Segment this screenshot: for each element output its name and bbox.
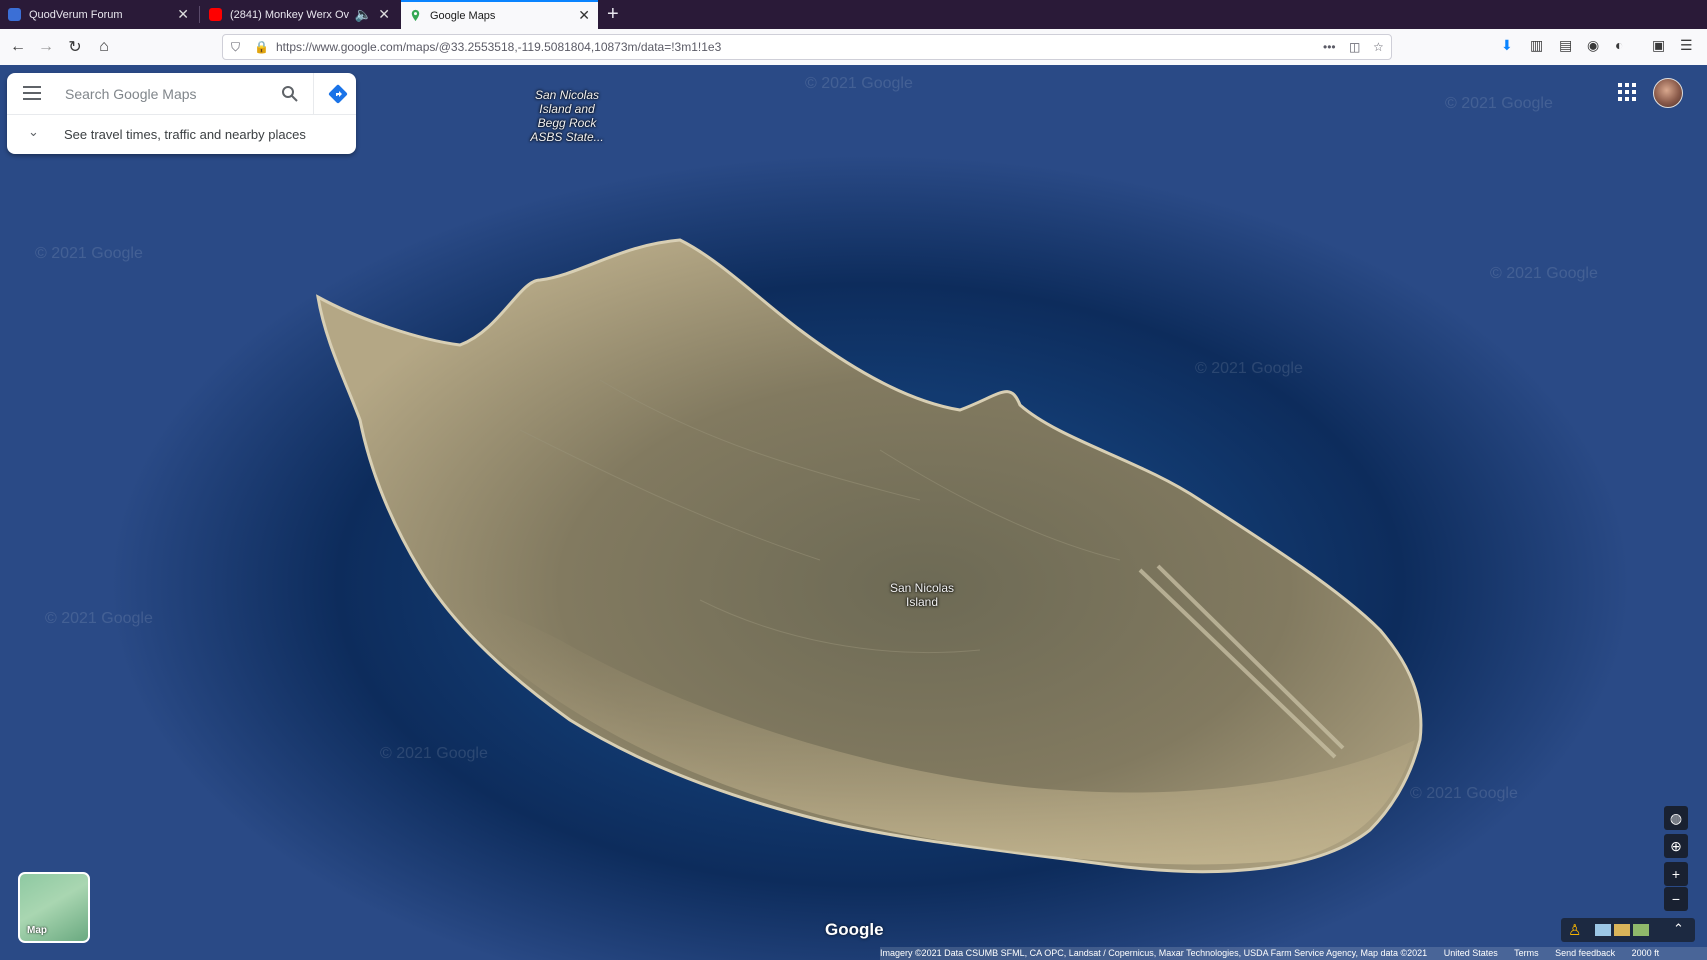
country-link[interactable]: United States	[1444, 948, 1498, 958]
close-tab-icon[interactable]: ✕	[578, 7, 590, 24]
search-icon[interactable]	[281, 85, 299, 103]
google-logo: Google	[825, 920, 884, 939]
watermark: © 2021 Google	[45, 610, 153, 627]
pegman-icon[interactable]: ♙	[1568, 921, 1581, 939]
globe-icon[interactable]: ◍	[1664, 806, 1688, 830]
url-text[interactable]: https://www.google.com/maps/@33.2553518,…	[276, 40, 721, 54]
sanctuary-place-label[interactable]: San Nicolas Island and Begg Rock ASBS St…	[516, 88, 618, 144]
tab-title: (2841) Monkey Werx Overw	[230, 8, 349, 21]
zoom-out-button[interactable]: −	[1664, 887, 1688, 911]
forum-favicon-icon	[8, 8, 21, 21]
tab-separator	[199, 6, 200, 23]
watermark: © 2021 Google	[805, 75, 913, 92]
label-line: Island	[905, 595, 939, 609]
street-view-strip: ♙ ⌃	[1561, 918, 1695, 942]
tab-quodverum[interactable]: QuodVerum Forum ✕	[0, 0, 197, 29]
imagery-thumbnail[interactable]	[1633, 924, 1649, 936]
browser-toolbar: ← → ↻ ⌂ ⛉ 🔒 https://www.google.com/maps/…	[0, 29, 1707, 66]
layer-toggle-button[interactable]: Map	[18, 872, 90, 943]
home-icon[interactable]: ⌂	[93, 36, 115, 58]
label-line: Island and	[539, 102, 595, 116]
watermark: © 2021 Google	[1195, 360, 1303, 377]
avatar[interactable]	[1653, 78, 1683, 108]
lock-icon[interactable]: 🔒	[254, 40, 269, 54]
close-tab-icon[interactable]: ✕	[378, 6, 390, 23]
label-line: ASBS State...	[530, 130, 604, 144]
address-bar[interactable]: ⛉ 🔒 https://www.google.com/maps/@33.2553…	[222, 34, 1392, 60]
sidebar-icon[interactable]: ▤	[1559, 37, 1572, 54]
divider	[313, 73, 314, 114]
island-imagery	[316, 238, 1423, 874]
extensions-puzzle-icon[interactable]: ▣	[1652, 37, 1665, 54]
back-icon[interactable]: ←	[7, 36, 29, 58]
chevron-up-icon[interactable]: ⌃	[1673, 921, 1684, 937]
downloads-icon[interactable]: ⬇	[1501, 37, 1513, 54]
imagery-thumbnail[interactable]	[1614, 924, 1630, 936]
label-line: Begg Rock	[537, 116, 597, 130]
watermark: © 2021 Google	[35, 245, 143, 262]
tab-youtube[interactable]: (2841) Monkey Werx Overw 🔈 ✕	[201, 0, 398, 29]
maps-favicon-icon	[411, 9, 420, 22]
zoom-in-button[interactable]: +	[1664, 862, 1688, 886]
library-icon[interactable]: ▥	[1530, 37, 1543, 54]
google-apps-icon[interactable]	[1618, 83, 1636, 101]
extension-icon[interactable]: ◐	[1615, 37, 1623, 53]
page-actions-icon[interactable]: •••	[1323, 40, 1336, 54]
terms-link[interactable]: Terms	[1514, 948, 1539, 958]
watermark: © 2021 Google	[1490, 265, 1598, 282]
tab-google-maps[interactable]: Google Maps ✕	[401, 0, 598, 29]
tab-title: Google Maps	[430, 9, 496, 22]
send-feedback-link[interactable]: Send feedback	[1555, 948, 1615, 958]
satellite-map[interactable]: © 2021 Google © 2021 Google © 2021 Googl…	[0, 65, 1707, 960]
watermark: © 2021 Google	[1410, 785, 1518, 802]
directions-icon[interactable]	[328, 84, 348, 104]
reload-icon[interactable]: ↻	[64, 36, 86, 58]
youtube-favicon-icon	[209, 8, 222, 21]
account-icon[interactable]: ◉	[1587, 37, 1599, 54]
close-tab-icon[interactable]: ✕	[177, 6, 189, 23]
bookmark-star-icon[interactable]: ☆	[1373, 40, 1384, 54]
search-panel: ⌄ See travel times, traffic and nearby p…	[7, 73, 356, 154]
pocket-icon[interactable]: ◫	[1349, 40, 1360, 54]
forward-icon[interactable]: →	[35, 36, 57, 58]
search-row	[7, 73, 356, 115]
new-tab-button[interactable]: +	[607, 3, 619, 26]
travel-times-text[interactable]: See travel times, traffic and nearby pla…	[64, 127, 306, 142]
watermark: © 2021 Google	[380, 745, 488, 762]
map-footer: Imagery ©2021 Data CSUMB SFML, CA OPC, L…	[880, 947, 1707, 960]
label-line: San Nicolas	[889, 581, 955, 595]
label-line: San Nicolas	[534, 88, 600, 102]
shield-icon[interactable]: ⛉	[231, 40, 240, 55]
watermark: © 2021 Google	[1445, 95, 1553, 112]
search-input[interactable]	[63, 85, 267, 103]
island-place-label[interactable]: San Nicolas Island	[872, 581, 972, 609]
app-menu-icon[interactable]: ☰	[1680, 37, 1693, 54]
layer-toggle-label: Map	[27, 925, 47, 936]
scale-bar[interactable]: 2000 ft	[1632, 948, 1660, 958]
tab-title: QuodVerum Forum	[29, 8, 123, 21]
imagery-thumbnail[interactable]	[1595, 924, 1611, 936]
imagery-attribution: Imagery ©2021 Data CSUMB SFML, CA OPC, L…	[880, 948, 1428, 958]
hamburger-menu-icon[interactable]	[23, 86, 41, 100]
my-location-icon[interactable]: ⊕	[1664, 834, 1688, 858]
browser-tab-bar: QuodVerum Forum ✕ (2841) Monkey Werx Ove…	[0, 0, 1707, 29]
speaker-icon[interactable]: 🔈	[355, 6, 372, 23]
chevron-down-icon[interactable]: ⌄	[28, 124, 39, 140]
